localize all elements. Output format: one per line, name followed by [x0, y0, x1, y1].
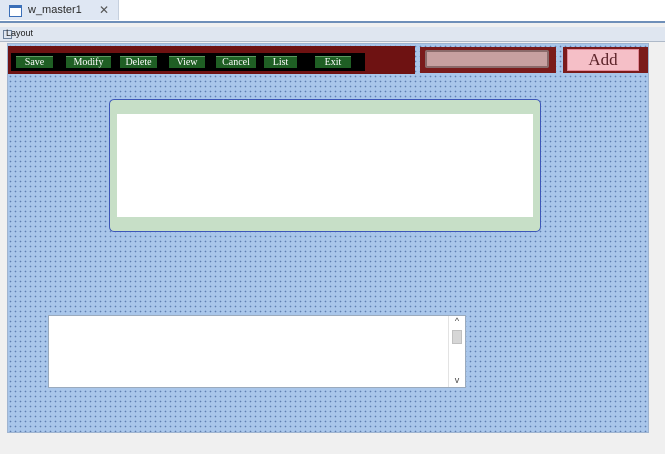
status-field[interactable] [425, 50, 549, 68]
exit-button[interactable]: Exit [315, 56, 351, 68]
close-icon[interactable]: ✕ [99, 3, 109, 17]
tab-divider [0, 21, 665, 23]
status-box [420, 47, 556, 73]
group-panel [109, 99, 541, 232]
scrollbar-thumb[interactable] [452, 330, 462, 344]
list-button[interactable]: List [264, 56, 297, 68]
view-button[interactable]: View [169, 56, 205, 68]
layout-label: Layout [6, 28, 34, 38]
list-box[interactable]: ^ v [48, 315, 466, 388]
window-icon [9, 5, 22, 17]
scroll-up-icon[interactable]: ^ [451, 316, 463, 326]
scroll-down-icon[interactable]: v [451, 375, 463, 385]
list-scrollbar[interactable]: ^ v [448, 316, 465, 387]
document-tab-title: w_master1 [28, 4, 82, 16]
design-canvas[interactable]: Save Modify Delete View Cancel List Exit… [7, 43, 649, 433]
delete-button[interactable]: Delete [120, 56, 157, 68]
save-button[interactable]: Save [16, 56, 53, 68]
add-button[interactable]: Add [567, 49, 639, 71]
layout-bar: Layout [0, 27, 665, 42]
button-strip: Save Modify Delete View Cancel List Exit [11, 53, 365, 71]
toolbar: Save Modify Delete View Cancel List Exit [8, 46, 415, 74]
modify-button[interactable]: Modify [66, 56, 111, 68]
add-box: Add [563, 47, 648, 73]
cancel-button[interactable]: Cancel [216, 56, 256, 68]
document-tab-bar: w_master1 ✕ [0, 0, 665, 22]
group-panel-content[interactable] [117, 114, 533, 217]
document-tab[interactable]: w_master1 ✕ [0, 0, 119, 20]
